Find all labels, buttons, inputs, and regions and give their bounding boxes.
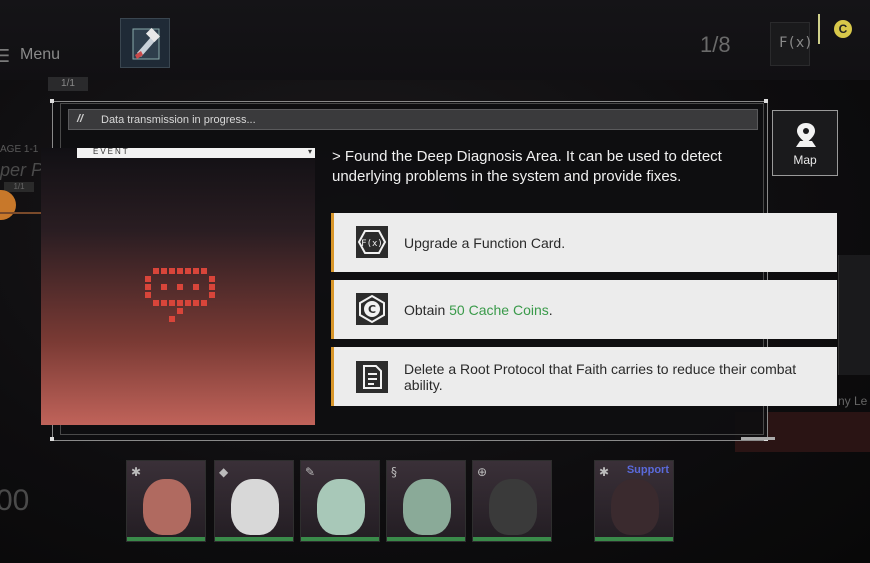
hp-bar <box>595 537 673 541</box>
document-icon <box>356 361 388 393</box>
event-label: EVENT <box>93 147 130 156</box>
function-card-icon: F(x) <box>356 226 388 258</box>
support-badge: Support <box>626 464 669 476</box>
wrench-icon: ✎ <box>305 465 316 479</box>
hp-bar <box>215 537 293 541</box>
asterisk-icon: ✱ <box>131 465 142 479</box>
option-text: Upgrade a Function Card. <box>404 235 566 251</box>
menu-icon: ☰ <box>0 46 11 67</box>
hp-bar <box>387 537 465 541</box>
option-delete-root-protocol[interactable]: Delete a Root Protocol that Faith carrie… <box>331 347 837 406</box>
event-description: > Found the Deep Diagnosis Area. It can … <box>332 148 722 185</box>
event-illustration: EVENT ▾ <box>41 147 315 425</box>
portrait-image <box>231 479 279 535</box>
portrait-image <box>317 479 365 535</box>
node-counter: 1/8 <box>700 32 731 57</box>
cache-coin-icon: C <box>356 293 388 325</box>
corner-marker <box>50 99 54 103</box>
portrait-image <box>143 479 191 535</box>
s-icon: § <box>391 465 397 479</box>
hp-bar <box>473 537 551 541</box>
party-member-support[interactable]: ✱ Support <box>594 460 674 542</box>
portrait-image <box>611 479 659 535</box>
stage-code: AGE 1-1 <box>0 144 39 155</box>
hp-bar <box>127 537 205 541</box>
shield-icon: ◆ <box>219 465 229 479</box>
function-card-button[interactable]: F(x) <box>770 22 813 66</box>
menu-label: Menu <box>20 46 61 63</box>
map-button[interactable]: Map <box>772 110 838 176</box>
right-side-panel <box>838 255 870 375</box>
svg-text:C: C <box>368 303 376 316</box>
chat-bubble-icon <box>145 268 215 322</box>
party-member-4[interactable]: § <box>386 460 466 542</box>
crosshair-icon: ⊕ <box>477 465 488 479</box>
map-label: Map <box>793 153 817 167</box>
portrait-image <box>403 479 451 535</box>
corner-marker <box>764 99 768 103</box>
event-label-bar: EVENT ▾ <box>77 147 315 158</box>
option-obtain-cache-coins[interactable]: C Obtain 50 Cache Coins. <box>331 280 837 339</box>
party-member-1[interactable]: ✱ <box>126 460 206 542</box>
option-upgrade-function-card[interactable]: F(x) Upgrade a Function Card. <box>331 213 837 272</box>
caret-icon: ▾ <box>307 147 312 156</box>
top-hud: ☰ Menu 1/1 1/8 F(x) C <box>0 0 870 91</box>
transmission-text: Data transmission in progress... <box>101 114 256 126</box>
option-text: Delete a Root Protocol that Faith carrie… <box>404 361 797 393</box>
menu-page-indicator: 1/1 <box>48 77 88 91</box>
hp-bar <box>301 537 379 541</box>
hammer-icon <box>132 27 161 60</box>
portrait-image <box>489 479 537 535</box>
party-member-5[interactable]: ⊕ <box>472 460 552 542</box>
enemy-level-label: ny Le <box>838 394 868 408</box>
current-card-slot[interactable] <box>120 18 170 68</box>
map-pin-icon <box>796 123 816 147</box>
menu-button[interactable]: ☰ Menu 1/1 <box>0 20 90 91</box>
slash-icon: // <box>77 113 84 125</box>
corner-marker <box>50 437 54 441</box>
option-text: Obtain 50 Cache Coins. <box>404 302 553 318</box>
cache-coin-amount: 50 Cache Coins <box>449 302 549 318</box>
transmission-bar: // Data transmission in progress... <box>68 109 758 130</box>
party-member-2[interactable]: ◆ <box>214 460 294 542</box>
svg-text:F(x): F(x) <box>361 239 383 249</box>
cache-coin-icon: C <box>834 20 852 38</box>
cache-coin-display: C <box>818 14 870 44</box>
stage-badge: 1/1 <box>4 182 34 192</box>
party-member-3[interactable]: ✎ <box>300 460 380 542</box>
function-card-icon: F(x) <box>779 35 813 51</box>
left-counter: 00 <box>0 484 30 517</box>
dialog-bottom-accent <box>741 437 775 440</box>
asterisk-icon: ✱ <box>599 465 610 479</box>
stage-name: per P <box>0 160 44 180</box>
